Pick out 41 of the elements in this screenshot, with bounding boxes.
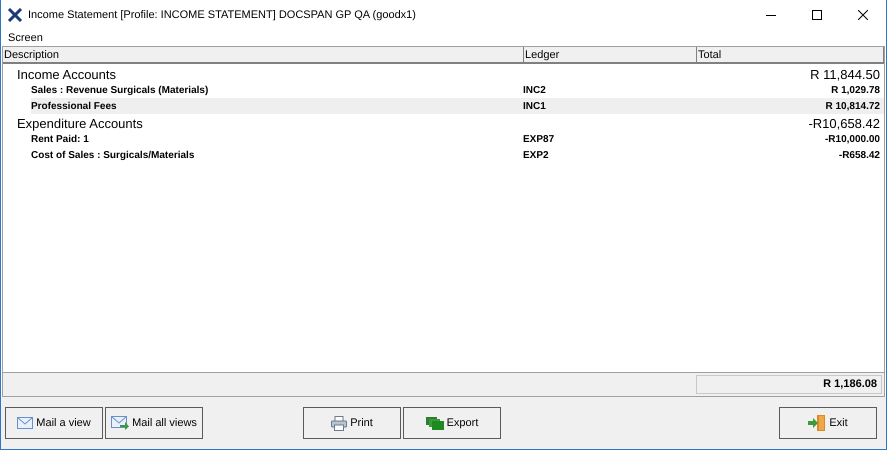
amount: -R10,658.42 <box>808 115 880 133</box>
amount: R 11,844.50 <box>810 66 880 84</box>
account-name: Sales : Revenue Surgicals (Materials) <box>31 84 208 98</box>
export-button[interactable]: Export <box>403 407 501 439</box>
maximize-icon <box>812 10 822 20</box>
ledger-code: INC1 <box>523 100 546 114</box>
column-header[interactable]: Ledger <box>524 47 697 64</box>
print-button[interactable]: Print <box>303 407 401 439</box>
printer-icon <box>331 416 348 430</box>
ledger-code: EXP2 <box>523 148 549 162</box>
table-row[interactable]: Cost of Sales : Surgicals/Materials EXP2 -R658.42 <box>31 147 884 163</box>
mail-all-button[interactable]: Mail all views <box>105 407 203 439</box>
amount: -R658.42 <box>838 148 880 162</box>
menu-item[interactable]: Screen <box>1 30 50 46</box>
exit-button[interactable]: Exit <box>779 407 877 439</box>
amount: -R10,000.00 <box>824 132 880 146</box>
ledger-code: INC2 <box>523 84 546 98</box>
selected-row[interactable]: Professional Fees INC1 R 10,814.72 <box>31 98 884 114</box>
close-icon <box>858 10 868 20</box>
amount: R 1,029.78 <box>831 84 880 98</box>
door-exit-icon <box>808 415 826 431</box>
group-label: Expenditure Accounts <box>17 115 143 133</box>
amount: R 10,814.72 <box>826 100 880 114</box>
app-logo-icon <box>8 8 22 22</box>
ledger-code: EXP87 <box>523 132 554 146</box>
table-row[interactable]: Rent Paid: 1 EXP87 -R10,000.00 <box>31 131 884 147</box>
column-header[interactable]: Total <box>697 47 884 64</box>
mail-button[interactable]: Mail a view <box>5 407 103 439</box>
table-row[interactable]: Sales : Revenue Surgicals (Materials) INC2 R 1,029.78 <box>31 82 884 98</box>
account-name: Cost of Sales : Surgicals/Materials <box>31 148 194 162</box>
envelope-icon <box>17 417 34 429</box>
table-row[interactable]: Expenditure Accounts -R10,658.42 <box>17 114 884 131</box>
grand-total-field: R 1,186.08 <box>696 375 882 394</box>
table-row[interactable]: Income Accounts R 11,844.50 <box>17 65 884 82</box>
account-name: Professional Fees <box>31 100 117 114</box>
minimize-icon <box>766 14 776 16</box>
window-title: Income Statement [Profile: INCOME STATEMENT] DOCSPAN GP QA (goodx1) <box>28 8 416 23</box>
stacked-sheets-icon <box>426 416 444 430</box>
account-name: Rent Paid: 1 <box>31 132 89 146</box>
column-header[interactable]: Description <box>3 47 524 64</box>
group-label: Income Accounts <box>17 66 116 84</box>
